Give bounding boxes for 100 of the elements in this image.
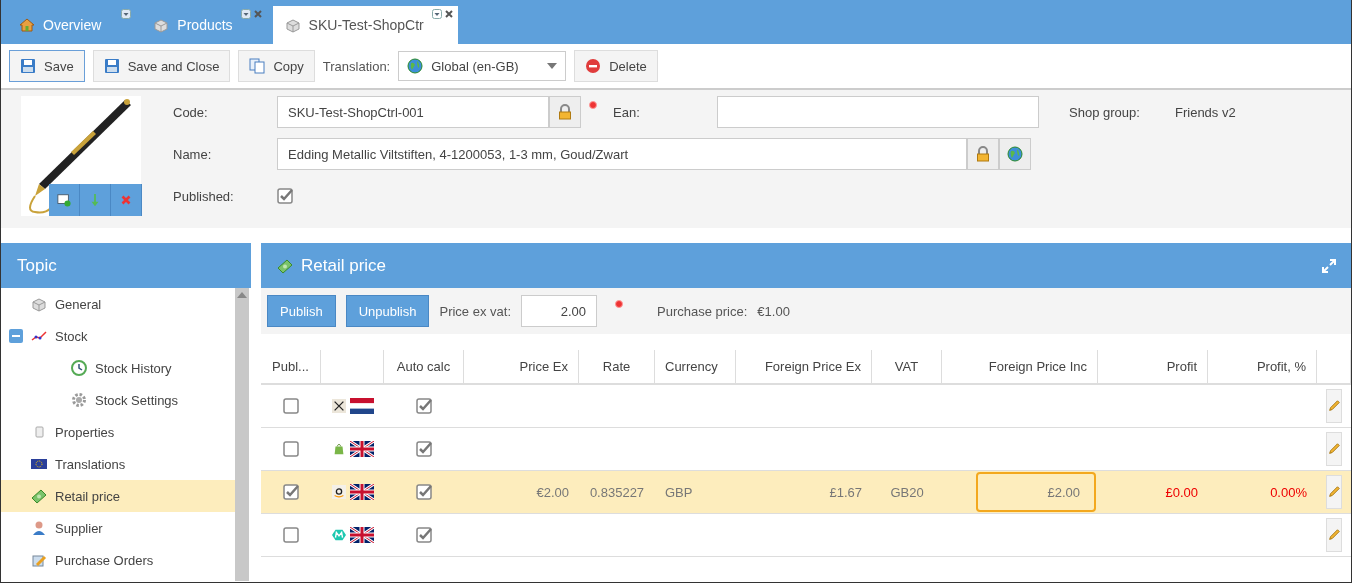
house-icon [19,17,35,33]
field-label: Published: [173,188,235,204]
toolbar-button[interactable]: Save and Close [92,50,231,82]
translation-label: Translation: [322,58,391,74]
ean-field[interactable] [717,96,1039,128]
required-dot-icon [589,101,597,109]
table-cell: GB20 [890,484,924,500]
field-label: Code: [173,104,209,120]
column-header: Profit [1166,359,1197,374]
brick-icon [153,17,170,33]
sidebar-title: Topic [17,255,57,276]
banknote-icon [277,257,293,274]
banknote-icon [31,488,47,504]
price-ex-vat-field[interactable]: 2.00 [521,295,597,327]
field-label: Ean: [613,104,641,120]
auto-calc-checkbox[interactable] [416,441,432,457]
pencil-icon [1327,485,1341,499]
table-cell: GBP [665,484,693,500]
column-header: Price Ex [519,359,568,374]
globe-icon [1007,146,1023,162]
clipboard-pencil-icon [31,552,47,568]
auto-calc-checkbox[interactable] [416,484,432,500]
table-cell: €2.00 [536,484,569,500]
sidebar-item[interactable]: Translations [1,448,235,480]
dropdown-icon[interactable] [431,9,442,19]
sidebar-item[interactable]: Purchase Orders [1,544,235,576]
column-header: Foreign Price Inc [988,359,1087,374]
sidebar-item[interactable]: Stock History [1,352,235,384]
close-icon[interactable] [443,9,454,19]
publish-checkbox[interactable] [283,398,299,414]
panel-title: Retail price [301,255,388,276]
sidebar-item[interactable]: Stock Settings [1,384,235,416]
auto-calc-checkbox[interactable] [416,398,432,414]
sidebar-item[interactable]: Properties [1,416,235,448]
required-dot-icon [615,300,623,308]
dropdown-icon[interactable] [240,9,251,19]
pencil-icon [1327,528,1341,542]
copy-icon [249,58,266,74]
edit-button[interactable] [1326,432,1342,466]
edit-button[interactable] [1326,389,1342,423]
translate-button[interactable] [999,138,1031,170]
field-value: SKU-Test-ShopCtrl-001 [288,104,424,120]
edit-button[interactable] [1326,518,1342,552]
expand-icon[interactable] [1321,257,1337,274]
scroll-up-icon[interactable] [237,292,247,298]
flag-icon [349,484,374,500]
purchase-price-value: €1.00 [757,303,790,319]
column-header: VAT [894,359,919,374]
collapse-icon[interactable] [9,329,23,343]
shop-group-value: Friends v2 [1175,104,1236,120]
table-cell: £0.00 [1165,484,1198,500]
flag-icon [349,527,374,543]
auto-calc-checkbox[interactable] [416,527,432,543]
caret-icon [547,63,558,69]
publish-checkbox[interactable] [283,527,299,543]
tab[interactable]: SKU-Test-ShopCtr [272,6,458,44]
price-ex-vat-label: Price ex vat: [439,303,511,319]
clock-icon [71,360,87,376]
brick-icon [284,17,301,33]
publish-checkbox[interactable] [283,484,299,500]
table-cell: £1.67 [829,484,862,500]
field-value: 2.00 [560,303,586,319]
edit-button[interactable] [1326,475,1342,509]
delete-button[interactable]: Delete [574,50,658,82]
padlock-icon [557,104,573,120]
minus-circle-icon [585,58,602,74]
name-field[interactable]: Edding Metallic Viltstiften, 4-1200053, 1-3 mm, Goud/Zwart [277,138,967,170]
flag-icon [349,441,374,457]
column-header: Currency [665,359,718,374]
code-field[interactable]: SKU-Test-ShopCtrl-001 [277,96,549,128]
lock-button[interactable] [967,138,999,170]
globe-icon [407,58,424,74]
purchase-price-label: Purchase price: [657,303,748,319]
brick-icon [31,296,47,312]
pencil-icon [1327,442,1341,456]
pencil-icon [1327,399,1341,413]
column-header: Rate [602,359,631,374]
column-header: Publ... [272,359,309,374]
sidebar-item[interactable]: Stock [1,320,235,352]
published-checkbox[interactable] [277,188,293,204]
table-cell: 0.835227 [589,484,645,500]
flag-icon [31,456,47,472]
dropdown-icon[interactable] [121,9,132,19]
flag-icon [349,398,374,414]
sidebar-item[interactable]: Retail price [1,480,235,512]
table-row[interactable]: €2.00 0.835227 GBP £1.67 GB20 £2.00 £0.00 0.00% [261,471,1351,514]
translation-dropdown[interactable]: Global (en-GB) [398,51,567,81]
foreign-price-inc-field[interactable]: £2.00 [976,472,1096,512]
padlock-icon [975,146,991,162]
toolbar-button[interactable]: Save [9,50,85,82]
lock-button[interactable] [549,96,581,128]
publish-checkbox[interactable] [283,441,299,457]
sidebar-item[interactable]: Supplier [1,512,235,544]
line-chart-icon [31,328,47,344]
scrollbar[interactable] [235,288,249,581]
toolbar-button[interactable]: Copy [238,50,315,82]
column-header: Foreign Price Ex [764,359,861,374]
field-label: Shop group: [1069,104,1141,120]
sidebar-item[interactable]: General [1,288,235,320]
column-header: Auto calc [396,359,451,374]
